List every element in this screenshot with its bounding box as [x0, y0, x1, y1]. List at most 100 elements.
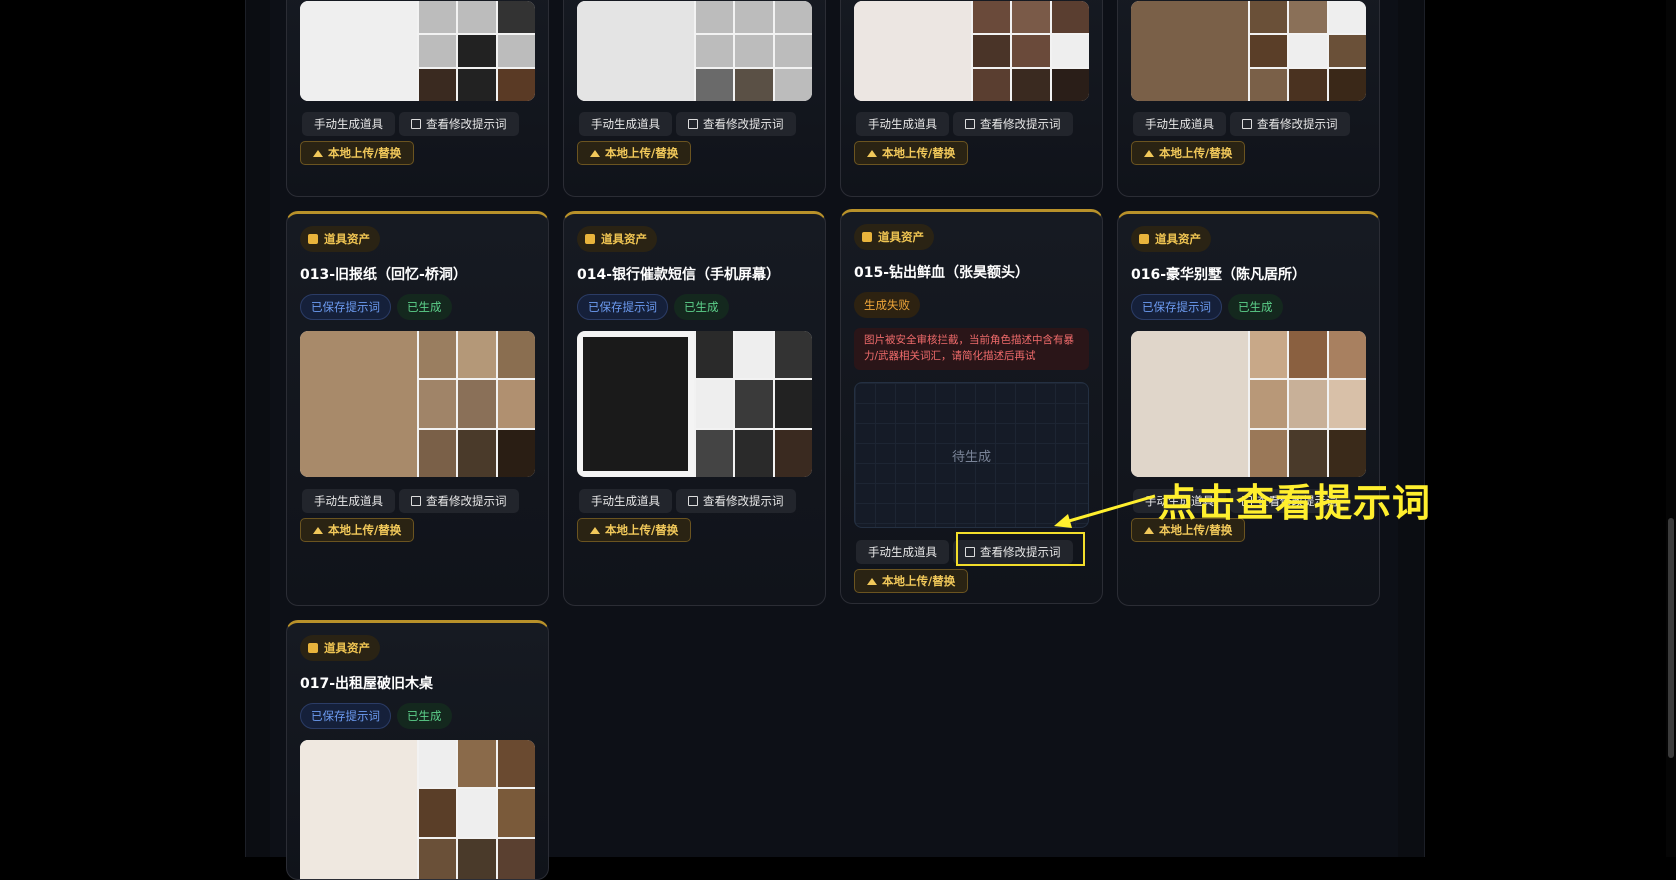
- view-edit-prompt-label: 查看修改提示词: [426, 117, 507, 131]
- generated-badge: 已生成: [397, 294, 452, 320]
- upload-icon: [590, 149, 600, 157]
- annotation-text: 点击查看提示词: [1158, 481, 1432, 525]
- scrollbar-thumb[interactable]: [1668, 518, 1674, 758]
- box-icon: [308, 643, 318, 653]
- asset-card-014: 道具资产 014-银行催款短信（手机屏幕） 已保存提示词 已生成 手动生成道具 …: [563, 211, 826, 606]
- manual-generate-label: 手动生成道具: [314, 117, 383, 131]
- annotation-arrow: [1054, 494, 1156, 528]
- status-row: 已保存提示词 已生成: [300, 703, 452, 729]
- asset-card-013: 道具资产 013-旧报纸（回忆-桥洞） 已保存提示词 已生成 手动生成道具 查看…: [286, 211, 549, 606]
- asset-type-label: 道具资产: [324, 641, 370, 655]
- upload-icon: [313, 149, 323, 157]
- asset-card-017: 道具资产 017-出租屋破旧木桌 已保存提示词 已生成: [286, 620, 549, 880]
- local-upload-label: 本地上传/替换: [882, 574, 956, 588]
- manual-generate-button[interactable]: 手动生成道具: [856, 112, 949, 136]
- local-upload-button[interactable]: 本地上传/替换: [854, 569, 969, 593]
- asset-type-label: 道具资产: [324, 232, 370, 246]
- asset-title: 014-银行催款短信（手机屏幕）: [577, 267, 781, 283]
- saved-prompt-badge: 已保存提示词: [1131, 294, 1222, 320]
- upload-icon: [590, 526, 600, 534]
- manual-generate-button[interactable]: 手动生成道具: [579, 112, 672, 136]
- asset-type-label: 道具资产: [878, 230, 924, 244]
- upload-icon: [867, 577, 877, 585]
- local-upload-label: 本地上传/替换: [328, 146, 402, 160]
- asset-title: 013-旧报纸（回忆-桥洞）: [300, 267, 467, 283]
- view-edit-prompt-button[interactable]: 查看修改提示词: [1230, 112, 1350, 136]
- manual-generate-button[interactable]: 手动生成道具: [579, 489, 672, 513]
- box-icon: [585, 234, 595, 244]
- manual-generate-button[interactable]: 手动生成道具: [856, 540, 949, 564]
- status-row: 已保存提示词 已生成: [300, 294, 452, 320]
- scrollbar[interactable]: [1666, 0, 1676, 857]
- view-edit-prompt-button[interactable]: 查看修改提示词: [676, 112, 796, 136]
- local-upload-label: 本地上传/替换: [882, 146, 956, 160]
- asset-thumbnail[interactable]: [300, 740, 535, 879]
- asset-thumbnail[interactable]: [300, 331, 535, 477]
- manual-generate-button[interactable]: 手动生成道具: [302, 112, 395, 136]
- edit-icon: [411, 119, 421, 129]
- local-upload-label: 本地上传/替换: [605, 146, 679, 160]
- asset-type-badge: 道具资产: [300, 226, 380, 252]
- asset-type-badge: 道具资产: [854, 224, 934, 250]
- asset-card-012: 手动生成道具 查看修改提示词 本地上传/替换: [1117, 0, 1380, 197]
- local-upload-button[interactable]: 本地上传/替换: [1131, 141, 1246, 165]
- asset-thumbnail[interactable]: [1131, 1, 1366, 101]
- view-edit-prompt-label: 查看修改提示词: [426, 494, 507, 508]
- local-upload-button[interactable]: 本地上传/替换: [577, 141, 692, 165]
- saved-prompt-badge: 已保存提示词: [300, 294, 391, 320]
- asset-title: 015-钻出鲜血（张昊额头）: [854, 265, 1030, 281]
- generated-badge: 已生成: [674, 294, 729, 320]
- asset-card-010: 手动生成道具 查看修改提示词 本地上传/替换: [563, 0, 826, 197]
- asset-thumbnail[interactable]: [577, 1, 812, 101]
- view-edit-prompt-label: 查看修改提示词: [1257, 117, 1338, 131]
- asset-card-016: 道具资产 016-豪华别墅（陈凡居所） 已保存提示词 已生成 手动生成道具 查看…: [1117, 211, 1380, 606]
- status-row: 已保存提示词 已生成: [1131, 294, 1283, 320]
- local-upload-button[interactable]: 本地上传/替换: [300, 141, 415, 165]
- edit-icon: [1242, 119, 1252, 129]
- view-edit-prompt-label: 查看修改提示词: [980, 117, 1061, 131]
- generated-badge: 已生成: [397, 703, 452, 729]
- manual-generate-label: 手动生成道具: [1145, 117, 1214, 131]
- manual-generate-label: 手动生成道具: [591, 494, 660, 508]
- manual-generate-label: 手动生成道具: [868, 117, 937, 131]
- local-upload-button[interactable]: 本地上传/替换: [300, 518, 415, 542]
- view-edit-prompt-label: 查看修改提示词: [703, 494, 784, 508]
- local-upload-button[interactable]: 本地上传/替换: [854, 141, 969, 165]
- local-upload-button[interactable]: 本地上传/替换: [577, 518, 692, 542]
- view-edit-prompt-label: 查看修改提示词: [703, 117, 784, 131]
- asset-type-label: 道具资产: [1155, 232, 1201, 246]
- asset-type-badge: 道具资产: [1131, 226, 1211, 252]
- asset-thumbnail[interactable]: [300, 1, 535, 101]
- manual-generate-button[interactable]: 手动生成道具: [302, 489, 395, 513]
- asset-thumbnail[interactable]: [854, 1, 1089, 101]
- generate-failed-badge: 生成失败: [854, 292, 920, 318]
- saved-prompt-badge: 已保存提示词: [577, 294, 668, 320]
- asset-title: 016-豪华别墅（陈凡居所）: [1131, 267, 1307, 283]
- asset-type-label: 道具资产: [601, 232, 647, 246]
- view-edit-prompt-button[interactable]: 查看修改提示词: [676, 489, 796, 513]
- upload-icon: [1144, 149, 1154, 157]
- status-row: 已保存提示词 已生成: [577, 294, 729, 320]
- manual-generate-label: 手动生成道具: [314, 494, 383, 508]
- view-edit-prompt-button[interactable]: 查看修改提示词: [953, 112, 1073, 136]
- generated-badge: 已生成: [1228, 294, 1283, 320]
- manual-generate-label: 手动生成道具: [591, 117, 660, 131]
- asset-thumbnail[interactable]: [1131, 331, 1366, 477]
- highlight-box: [956, 532, 1085, 566]
- view-edit-prompt-button[interactable]: 查看修改提示词: [399, 112, 519, 136]
- local-upload-label: 本地上传/替换: [1159, 146, 1233, 160]
- asset-card-011: 手动生成道具 查看修改提示词 本地上传/替换: [840, 0, 1103, 197]
- box-icon: [1139, 234, 1149, 244]
- local-upload-label: 本地上传/替换: [605, 523, 679, 537]
- local-upload-label: 本地上传/替换: [328, 523, 402, 537]
- asset-type-badge: 道具资产: [577, 226, 657, 252]
- asset-card-009: 手动生成道具 查看修改提示词 本地上传/替换: [286, 0, 549, 197]
- view-edit-prompt-button[interactable]: 查看修改提示词: [399, 489, 519, 513]
- box-icon: [862, 232, 872, 242]
- edit-icon: [411, 496, 421, 506]
- saved-prompt-badge: 已保存提示词: [300, 703, 391, 729]
- edit-icon: [688, 496, 698, 506]
- asset-thumbnail[interactable]: [577, 331, 812, 477]
- manual-generate-button[interactable]: 手动生成道具: [1133, 112, 1226, 136]
- edit-icon: [688, 119, 698, 129]
